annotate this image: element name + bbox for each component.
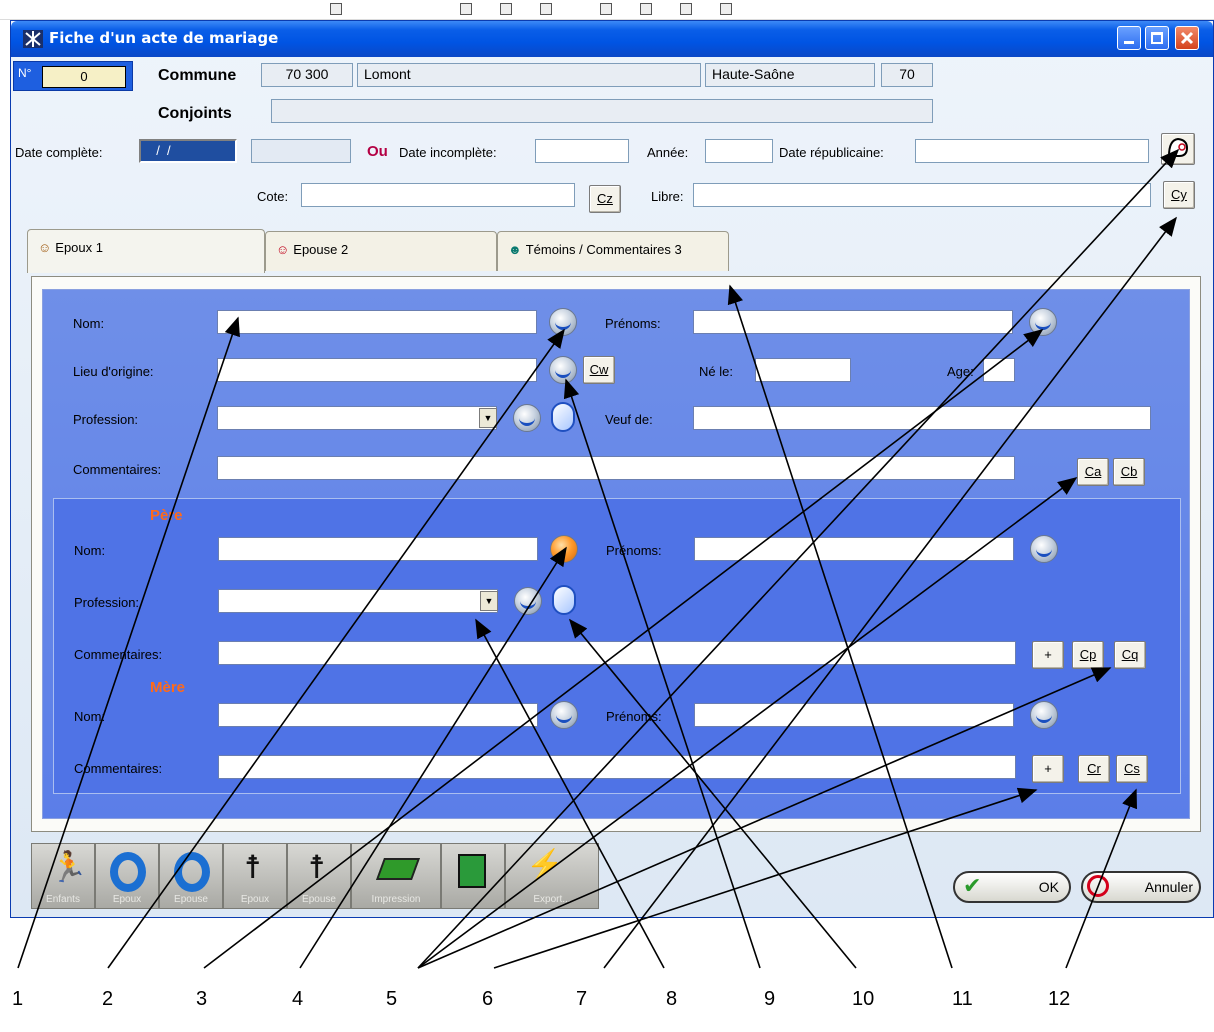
callout-arrow-10 [568, 618, 857, 969]
callout-number-5: 5 [386, 988, 398, 1010]
callout-number-8: 8 [666, 988, 678, 1010]
callout-number-1: 1 [12, 988, 24, 1010]
callout-number-11: 11 [952, 988, 973, 1010]
callout-arrow-7 [603, 216, 1177, 969]
callout-number-3: 3 [196, 988, 208, 1010]
callout-arrow-8 [475, 618, 665, 969]
callout-arrow-3 [203, 329, 1044, 969]
callout-arrow-4 [299, 546, 567, 969]
callout-arrow-2 [107, 328, 565, 969]
callout-arrow-5a [417, 148, 1180, 969]
callout-number-10: 10 [852, 988, 875, 1010]
callout-arrow-1 [17, 316, 240, 969]
callout-number-12: 12 [1048, 988, 1071, 1010]
callout-number-2: 2 [102, 988, 114, 1010]
callout-number-6: 6 [482, 988, 494, 1010]
callout-number-7: 7 [576, 988, 588, 1010]
callout-arrow-11 [727, 284, 953, 969]
callout-arrow-12 [1065, 788, 1138, 969]
callout-arrow-9 [563, 378, 761, 969]
callout-number-9: 9 [764, 988, 776, 1010]
callout-arrows [17, 148, 1180, 969]
callout-arrow-5c [417, 667, 1112, 969]
callout-number-4: 4 [292, 988, 304, 1010]
callout-arrow-5b [417, 477, 1078, 969]
